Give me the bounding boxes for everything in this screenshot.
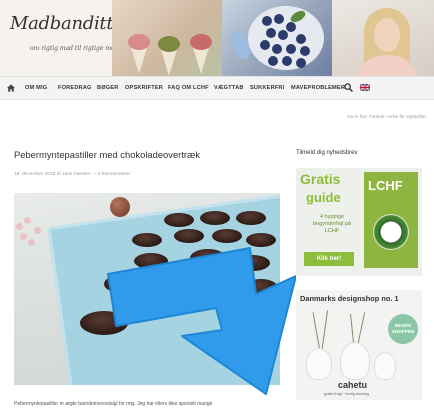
lchf-guide-ad[interactable]: Gratis guide 4 hyppige begynderfejl på L… (296, 168, 422, 276)
vase-shape (374, 352, 396, 380)
nav-item-faq-lchf[interactable]: FAQ OM LCHF (168, 77, 209, 99)
post-title[interactable]: Pebermyntepastiller med chokoladeovertræ… (14, 149, 200, 160)
header-banner: Madbanditten om rigtig mad til rigtige m… (0, 0, 434, 76)
author-face (374, 18, 400, 52)
nav-item-boger[interactable]: BØGER (97, 77, 119, 99)
highlight-arrow-icon (107, 247, 296, 395)
post-meta: 18. december 2016 af Jane Faerber — 4 ko… (14, 172, 131, 177)
search-icon[interactable] (344, 83, 353, 92)
designshop-title: Danmarks designshop no. 1 (300, 294, 399, 303)
pine-cone-shape (110, 197, 130, 217)
nav-item-opskrifter[interactable]: OPSKRIFTER (125, 77, 163, 99)
ad-description: 4 hyppige begynderfejl på LCHF (312, 214, 352, 234)
nav-item-sukkerfri[interactable]: SUKKERFRI (250, 77, 284, 99)
visit-shop-badge[interactable]: BESØG SHOPPEN (388, 314, 418, 344)
brand-name: cahetu (338, 380, 368, 390)
post-excerpt: Pebermyntepastiller er ægte barndomsnost… (14, 401, 213, 407)
nav-item-maveproblemer[interactable]: MAVEPROBLEMER (291, 77, 345, 99)
scoop-shape (190, 34, 212, 50)
site-logo[interactable]: Madbanditten om rigtig mad til rigtige m… (0, 0, 139, 76)
nav-item-foredrag[interactable]: FOREDRAG (58, 77, 92, 99)
nav-item-om-mig[interactable]: OM MIG (25, 77, 47, 99)
scoop-shape (128, 34, 150, 50)
flag-icon[interactable] (360, 84, 370, 91)
badge-line-2: SHOPPEN (391, 329, 415, 334)
vase-shape (340, 342, 370, 380)
book-cover: LCHF (364, 172, 418, 268)
ad-click-button[interactable]: Klik her! (304, 252, 354, 266)
book-plate-image (373, 214, 409, 250)
designshop-ad[interactable]: Danmarks designshop no. 1 BESØG SHOPPEN … (296, 290, 422, 400)
brand-tagline: gratis fragt · hurtig levering (324, 392, 370, 396)
breadcrumb[interactable]: Du er her: Forside / Arkiv for Opskrifte… (347, 114, 426, 119)
nav-item-vaegttab[interactable]: VÆGTTAB (214, 77, 244, 99)
ad-guide-label: guide (306, 190, 341, 205)
main-nav: OM MIG FOREDRAG BØGER OPSKRIFTER FAQ OM … (0, 76, 434, 100)
newsletter-title: Tilmeld dig nyhedsbrev (296, 150, 358, 156)
book-title: LCHF (368, 178, 403, 193)
badge-line-1: BESØG (394, 323, 412, 328)
ad-gratis-label: Gratis (300, 171, 341, 187)
scoop-shape (158, 36, 180, 52)
vase-shape (306, 348, 332, 380)
home-icon[interactable] (7, 84, 15, 92)
